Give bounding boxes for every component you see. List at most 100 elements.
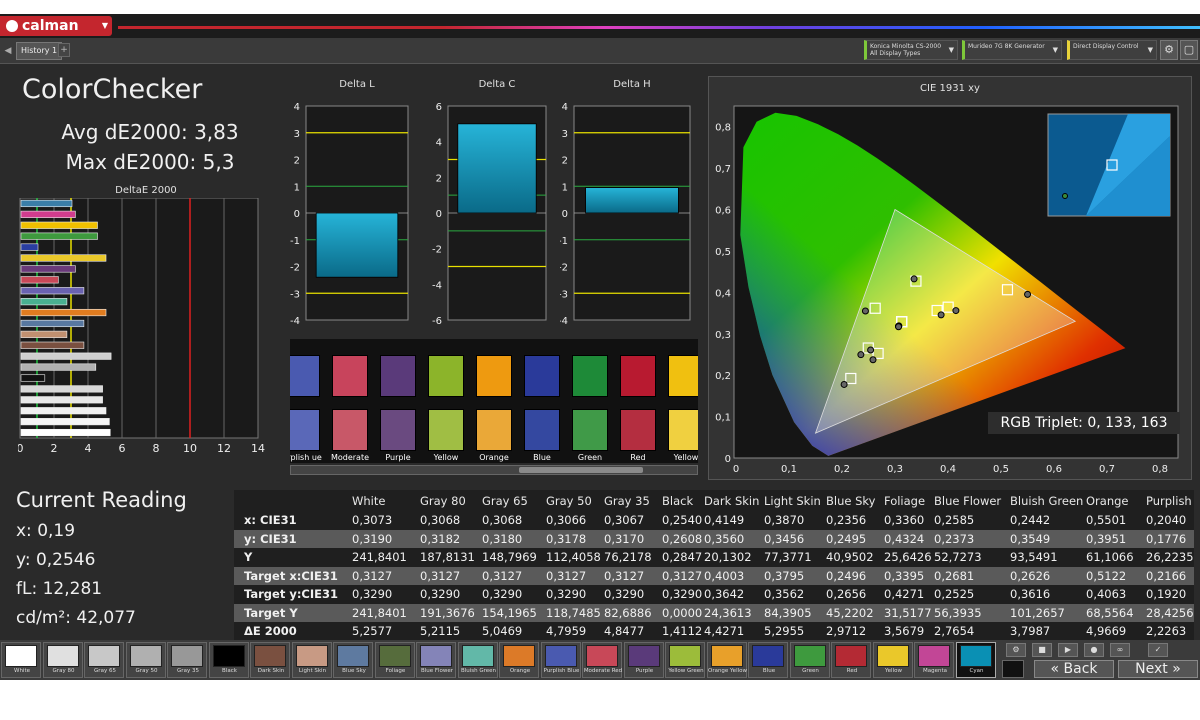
actual-patch bbox=[380, 355, 416, 397]
table-cell: 241,8401 bbox=[352, 605, 407, 620]
actual-patch bbox=[428, 355, 464, 397]
table-column-header: Gray 80 bbox=[420, 494, 466, 508]
settings-small-icon[interactable]: ⚙ bbox=[1006, 643, 1026, 657]
patch-selector-light-skin[interactable]: Light Skin bbox=[291, 642, 332, 678]
measured-marker bbox=[1024, 290, 1032, 298]
table-cell: 112,4058 bbox=[546, 550, 601, 564]
patch-selector-moderate-red[interactable]: Moderate Red bbox=[582, 642, 622, 678]
table-row: x: CIE31 0,3073 0,3068 0,3068 0,3066 0,3067 0,… bbox=[234, 511, 1194, 529]
cie-y-tick-label: 0,1 bbox=[715, 413, 731, 424]
table-cell: 77,3771 bbox=[764, 550, 812, 564]
patch-selector-label: Orange bbox=[509, 668, 531, 674]
measured-marker bbox=[857, 351, 865, 359]
table-cell: 0,1920 bbox=[1146, 587, 1187, 601]
deltae-bar bbox=[20, 221, 98, 229]
patch-selector-foliage[interactable]: Foliage bbox=[374, 642, 415, 678]
table-cell: 0,3290 bbox=[482, 587, 523, 601]
patch-selector-chip bbox=[212, 645, 245, 667]
next-button[interactable]: Next » bbox=[1118, 660, 1198, 678]
table-row: Y 241,8401 187,8131 148,7969 112,4058 76,2178… bbox=[234, 548, 1194, 566]
target-patch bbox=[524, 409, 560, 451]
display-control-select[interactable]: Direct Display Control ▼ bbox=[1067, 40, 1157, 60]
patch-selector-gray-80[interactable]: Gray 80 bbox=[42, 642, 83, 678]
patch-label: Yellow bbox=[673, 453, 698, 462]
deltae-bar bbox=[20, 243, 39, 251]
patch-selector-gray-65[interactable]: Gray 65 bbox=[84, 642, 124, 678]
table-cell: 0,3170 bbox=[604, 531, 645, 546]
patch-selector-label: Orange Yellow bbox=[707, 668, 747, 674]
maximize-icon[interactable]: ▢ bbox=[1180, 40, 1198, 60]
cie-x-tick-label: 0,5 bbox=[993, 464, 1009, 475]
actual-patch bbox=[476, 355, 512, 397]
loop-icon[interactable]: ∞ bbox=[1110, 643, 1130, 657]
patch-selector-black[interactable]: Black bbox=[208, 642, 249, 678]
tab-history-1[interactable]: History 1 bbox=[16, 42, 63, 60]
table-cell: 0,3549 bbox=[1010, 531, 1051, 546]
table-cell: 0,3616 bbox=[1010, 587, 1051, 601]
top-bar: calman ▼ bbox=[0, 14, 1200, 38]
deltae-bar bbox=[20, 352, 112, 360]
generator-device-select[interactable]: Murideo 7G 8K Generator ▼ bbox=[962, 40, 1062, 60]
next-label: Next bbox=[1135, 661, 1168, 677]
patch-selector-gray-50[interactable]: Gray 50 bbox=[125, 642, 166, 678]
back-button[interactable]: « Back bbox=[1034, 660, 1114, 678]
table-cell: 0,3127 bbox=[604, 568, 645, 583]
patch-label: Blue bbox=[533, 453, 551, 462]
measured-marker bbox=[952, 307, 960, 315]
patch-selector-blue-flower[interactable]: Blue Flower bbox=[416, 642, 456, 678]
table-column-header: Bluish Green bbox=[1010, 494, 1084, 508]
cie-y-tick-label: 0,5 bbox=[715, 247, 731, 258]
delta-h-tick-label: 1 bbox=[562, 182, 568, 193]
patch-scrollbar[interactable] bbox=[290, 465, 698, 475]
patch-selector-purplish-blue[interactable]: Purplish Blue bbox=[540, 642, 581, 678]
cie-y-tick-label: 0,2 bbox=[715, 371, 731, 382]
patch-selector-purple[interactable]: Purple bbox=[623, 642, 664, 678]
deltae-bar bbox=[20, 330, 68, 338]
current-x: x: 0,19 bbox=[16, 521, 76, 541]
settings-gear-icon[interactable]: ⚙ bbox=[1160, 40, 1178, 60]
check-icon[interactable]: ✓ bbox=[1148, 643, 1168, 657]
patch-selector-red[interactable]: Red bbox=[831, 642, 871, 678]
patch-selector-yellow-green[interactable]: Yellow Green bbox=[665, 642, 705, 678]
patch-selector-blue-sky[interactable]: Blue Sky bbox=[333, 642, 373, 678]
patch-selector-bluish-green[interactable]: Bluish Green bbox=[457, 642, 498, 678]
patch-selector-yellow[interactable]: Yellow bbox=[872, 642, 913, 678]
patch-selector-dark-skin[interactable]: Dark Skin bbox=[250, 642, 290, 678]
tab-scroll-left-icon[interactable]: ◀ bbox=[2, 44, 14, 58]
deltae-bar-chart: 0 2 4 6 8 10 12 14 bbox=[18, 198, 265, 455]
table-column-header: Blue Flower bbox=[934, 494, 1002, 508]
table-cell: 0,3560 bbox=[704, 531, 745, 546]
table-cell: 0,3066 bbox=[546, 513, 587, 527]
patch-scrollbar-thumb[interactable] bbox=[519, 467, 643, 473]
meter-device-select[interactable]: Konica Minolta CS-2000 All Display Types… bbox=[864, 40, 958, 60]
patch-label: Yellow Green bbox=[433, 453, 459, 462]
patch-selector-orange[interactable]: Orange bbox=[499, 642, 539, 678]
delta-l-title: Delta L bbox=[339, 79, 375, 90]
record-icon[interactable]: ● bbox=[1084, 643, 1104, 657]
patch-selector-green[interactable]: Green bbox=[789, 642, 830, 678]
patch-selector-label: Purple bbox=[635, 668, 654, 674]
stop-icon[interactable]: ■ bbox=[1032, 643, 1052, 657]
patch-selector-blue[interactable]: Blue bbox=[748, 642, 788, 678]
patch-selector-cyan[interactable]: Cyan bbox=[955, 642, 996, 678]
cie-x-tick-label: 0 bbox=[733, 464, 739, 475]
patch-selector-gray-35[interactable]: Gray 35 bbox=[167, 642, 207, 678]
table-cell: 0,2656 bbox=[826, 587, 867, 601]
delta-c-tick-label: -4 bbox=[432, 280, 442, 291]
patch-selector-chip bbox=[503, 645, 535, 667]
patch-selector-magenta[interactable]: Magenta bbox=[914, 642, 954, 678]
patch-selector-white[interactable]: White bbox=[1, 642, 41, 678]
deltae-bar bbox=[20, 374, 46, 382]
delta-h-tick-label: -3 bbox=[560, 289, 568, 300]
patch-selector-label: White bbox=[14, 668, 30, 674]
table-column-header: Orange bbox=[1086, 494, 1129, 508]
play-icon[interactable]: ▶ bbox=[1058, 643, 1078, 657]
delta-l-chart: 4 3 2 1 0 -1 -2 -3 -4 bbox=[290, 102, 409, 327]
calman-logo-button[interactable]: calman ▼ bbox=[0, 16, 112, 36]
deltae-tick-label: 0 bbox=[18, 442, 24, 455]
patch-selector-orange-yellow[interactable]: Orange Yellow bbox=[706, 642, 747, 678]
add-tab-button[interactable]: + bbox=[58, 43, 70, 57]
table-cell: 148,7969 bbox=[482, 550, 537, 564]
patch-selector-chip bbox=[793, 645, 826, 667]
table-cell: 0,2495 bbox=[826, 531, 867, 546]
